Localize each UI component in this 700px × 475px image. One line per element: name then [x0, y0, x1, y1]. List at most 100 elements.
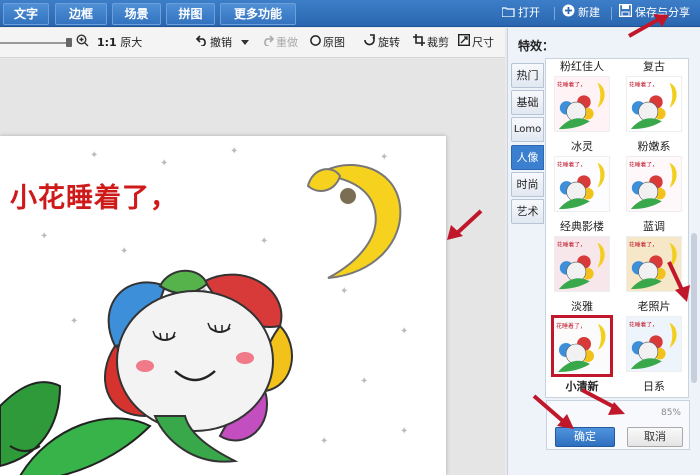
crop-label: 裁剪	[427, 36, 449, 49]
leaf-drawing	[0, 381, 152, 475]
resize-label: 尺寸	[472, 36, 494, 49]
thumbnail-preview-icon: 花睡着了，	[629, 161, 677, 210]
category-tab-fashion[interactable]: 时尚	[511, 172, 544, 197]
actual-size-button[interactable]: 1:1 原大	[97, 34, 142, 52]
folder-icon	[501, 1, 515, 26]
effect-label: 粉嫩系	[637, 140, 671, 153]
resize-button[interactable]: 尺寸	[457, 33, 494, 52]
effect-label: 蓝调	[643, 220, 665, 233]
plus-circle-icon	[562, 1, 575, 26]
svg-text:花睡着了，: 花睡着了，	[557, 241, 586, 249]
undo-icon	[195, 34, 208, 52]
panel-scrollbar[interactable]	[691, 233, 697, 383]
zoom-in-button[interactable]	[76, 34, 91, 52]
divider	[554, 7, 555, 20]
zoom-slider-handle[interactable]	[66, 38, 72, 47]
category-tab-basic[interactable]: 基础	[511, 90, 544, 115]
chevron-down-icon	[241, 40, 249, 45]
actual-size-label: 原大	[120, 36, 143, 49]
new-button[interactable]: 新建	[562, 0, 600, 27]
effect-item[interactable]: 日系	[618, 379, 688, 395]
zoom-in-icon	[76, 34, 89, 53]
annotation-arrow-icon	[628, 14, 669, 38]
top-menu-bar: 文字 边框 场景 拼图 更多功能 打开 新建 保存与分享	[0, 0, 700, 37]
more-features-menu[interactable]: 更多功能	[220, 3, 296, 37]
edit-toolbar: 1:1 原大 撤销 重做 原图 旋转 裁剪 尺寸	[0, 28, 505, 58]
effect-item[interactable]: 粉红佳人 花睡着了，	[546, 59, 618, 132]
effect-thumbnail[interactable]: 花睡着了，	[551, 315, 613, 377]
annotation-arrow-icon	[667, 261, 690, 302]
effect-item[interactable]: 粉嫩系 花睡着了，	[618, 139, 688, 212]
star-decoration: ✦	[400, 326, 409, 337]
crop-button[interactable]: 裁剪	[413, 34, 449, 52]
star-decoration: ✦	[320, 436, 329, 447]
effect-thumbnail[interactable]: 花睡着了，	[626, 76, 682, 132]
star-decoration: ✦	[90, 150, 99, 161]
zoom-slider[interactable]	[0, 42, 70, 44]
open-label: 打开	[518, 6, 540, 19]
cancel-button[interactable]: 取消	[627, 427, 683, 447]
thumbnail-preview-icon: 花睡着了，	[557, 161, 605, 210]
strength-value: 85%	[660, 408, 681, 418]
effect-thumbnail[interactable]: 花睡着了，	[554, 156, 610, 212]
rotate-label: 旋转	[378, 36, 400, 49]
effect-item[interactable]: 老照片 花睡着了，	[618, 299, 688, 372]
effect-item[interactable]: 复古 花睡着了，	[618, 59, 688, 132]
effect-thumbnail[interactable]: 花睡着了，	[626, 316, 682, 372]
effect-item-selected[interactable]: 淡雅 花睡着了，	[546, 299, 618, 377]
thumbnail-preview-icon: 花睡着了，	[629, 321, 677, 370]
star-decoration: ✦	[120, 246, 129, 257]
star-decoration: ✦	[230, 146, 239, 157]
tab-collage[interactable]: 拼图	[166, 3, 215, 25]
tab-scene[interactable]: 场景	[112, 3, 161, 25]
more-features-label: 更多功能	[233, 7, 282, 21]
photo-preview[interactable]: ✦ ✦ ✦ ✦ ✦ ✦ ✦ ✦ ✦ ✦ ✦ ✦ ✦ ✦ 小花睡着了，	[0, 136, 446, 475]
tab-text[interactable]: 文字	[3, 3, 49, 25]
effect-label: 复古	[643, 60, 665, 73]
panel-title: 特效：	[518, 39, 555, 53]
undo-history-dropdown[interactable]	[241, 34, 249, 52]
annotation-arrow-icon	[532, 394, 574, 429]
annotation-arrow-icon	[581, 388, 625, 415]
photo-caption: 小花睡着了，	[10, 183, 178, 214]
svg-text:花睡着了，: 花睡着了，	[629, 321, 658, 329]
thumbnail-preview-icon: 花睡着了，	[557, 81, 605, 130]
thumbnail-preview-icon: 花睡着了，	[556, 322, 606, 372]
effect-item[interactable]: 经典影楼 花睡着了，	[546, 219, 618, 292]
effect-thumbnail[interactable]: 花睡着了，	[554, 236, 610, 292]
star-decoration: ✦	[70, 316, 79, 327]
new-label: 新建	[578, 6, 600, 19]
effect-thumbnail[interactable]: 花睡着了，	[554, 76, 610, 132]
effect-label: 冰灵	[571, 140, 593, 153]
rotate-button[interactable]: 旋转	[363, 34, 400, 52]
effect-thumbnail[interactable]: 花睡着了，	[626, 156, 682, 212]
svg-text:花睡着了，: 花睡着了，	[556, 322, 586, 330]
category-tab-lomo[interactable]: Lomo	[511, 117, 544, 142]
effects-grid: 粉红佳人 花睡着了， 复古 花睡着了， 冰灵 花睡着了， 粉嫩系 花睡着了， 经…	[545, 58, 689, 398]
editing-canvas[interactable]: ✦ ✦ ✦ ✦ ✦ ✦ ✦ ✦ ✦ ✦ ✦ ✦ ✦ ✦ 小花睡着了，	[0, 59, 505, 475]
star-decoration: ✦	[400, 426, 409, 437]
divider	[611, 7, 612, 20]
star-decoration: ✦	[360, 376, 369, 387]
moon-drawing	[306, 163, 402, 279]
effect-label: 淡雅	[571, 300, 593, 313]
effect-label: 经典影楼	[560, 220, 604, 233]
original-image-label: 原图	[323, 36, 345, 49]
tab-border[interactable]: 边框	[55, 3, 107, 25]
redo-icon	[262, 34, 275, 52]
category-tab-art[interactable]: 艺术	[511, 199, 544, 224]
crop-icon	[413, 34, 425, 52]
thumbnail-preview-icon: 花睡着了，	[629, 81, 677, 130]
rotate-icon	[363, 34, 376, 52]
open-button[interactable]: 打开	[501, 0, 540, 27]
category-tab-hot[interactable]: 热门	[511, 63, 544, 88]
undo-button[interactable]: 撤销	[195, 34, 232, 52]
svg-text:花睡着了，: 花睡着了，	[557, 81, 586, 89]
effect-item[interactable]: 冰灵 花睡着了，	[546, 139, 618, 212]
original-image-button[interactable]: 原图	[310, 34, 345, 52]
redo-label: 重做	[276, 36, 298, 49]
circle-icon	[310, 34, 321, 52]
annotation-arrow-icon	[447, 209, 483, 240]
category-tab-portrait[interactable]: 人像	[511, 145, 544, 170]
redo-button[interactable]: 重做	[262, 34, 298, 52]
